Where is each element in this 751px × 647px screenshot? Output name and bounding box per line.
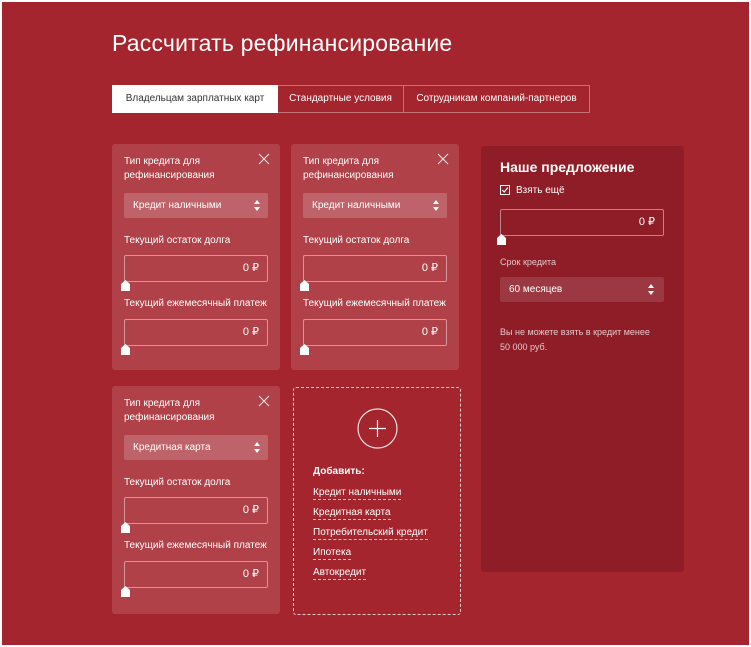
payment-input[interactable]: 0 ₽ (121, 561, 268, 597)
offer-amount-value: 0 ₽ (638, 216, 655, 228)
slider-handle-icon[interactable] (300, 344, 309, 355)
take-more-label: Взять ещё (516, 185, 565, 196)
term-select[interactable]: 60 месяцев (500, 277, 664, 302)
plus-icon[interactable] (357, 408, 398, 449)
slider-handle-icon[interactable] (121, 586, 130, 597)
add-consumer-loan-link[interactable]: Потребительский кредит (313, 526, 428, 540)
add-credit-panel: Добавить: Кредит наличными Кредитная кар… (293, 387, 461, 615)
slider-handle-icon[interactable] (121, 280, 130, 291)
credit-type-select[interactable]: Кредит наличными (303, 193, 447, 218)
select-arrows-icon (254, 442, 260, 453)
credit-type-label: Тип кредита для рефинансирования (124, 398, 215, 423)
balance-label: Текущий остаток долга (124, 477, 231, 488)
payment-value: 0 ₽ (242, 326, 259, 338)
credit-type-select[interactable]: Кредитная карта (124, 435, 268, 460)
credit-card-2: Тип кредита для рефинансирования Кредит … (291, 144, 459, 370)
credit-type-select[interactable]: Кредит наличными (124, 193, 268, 218)
balance-input[interactable]: 0 ₽ (121, 255, 268, 291)
credit-type-label: Тип кредита для рефинансирования (303, 156, 394, 181)
tab-bar: Владельцам зарплатных карт Стандартные у… (112, 85, 590, 113)
payment-input[interactable]: 0 ₽ (121, 319, 268, 355)
term-label: Срок кредита (500, 257, 557, 267)
credit-type-value: Кредитная карта (133, 442, 211, 453)
page-title: Рассчитать рефинансирование (112, 30, 453, 56)
select-arrows-icon (648, 284, 654, 295)
balance-value: 0 ₽ (242, 504, 259, 516)
balance-value: 0 ₽ (421, 262, 438, 274)
offer-amount-input[interactable]: 0 ₽ (497, 209, 664, 245)
payment-label: Текущий ежемесячный платеж (303, 298, 446, 309)
credit-card-1: Тип кредита для рефинансирования Кредит … (112, 144, 280, 370)
select-arrows-icon (433, 200, 439, 211)
take-more-checkbox[interactable] (500, 185, 510, 195)
select-arrows-icon (254, 200, 260, 211)
add-car-loan-link[interactable]: Автокредит (313, 566, 367, 580)
tab-partner-employees[interactable]: Сотрудникам компаний-партнеров (404, 85, 590, 113)
add-mortgage-link[interactable]: Ипотека (313, 546, 352, 560)
tab-salary-card-holders[interactable]: Владельцам зарплатных карт (112, 85, 278, 113)
payment-label: Текущий ежемесячный платеж (124, 540, 267, 551)
credit-type-label: Тип кредита для рефинансирования (124, 156, 215, 181)
term-value: 60 месяцев (509, 284, 563, 295)
add-credit-card-link[interactable]: Кредитная карта (313, 506, 391, 520)
credit-type-value: Кредит наличными (312, 200, 401, 211)
slider-handle-icon[interactable] (497, 234, 506, 245)
slider-handle-icon[interactable] (121, 522, 130, 533)
payment-input[interactable]: 0 ₽ (300, 319, 447, 355)
offer-note: Вы не можете взять в кредит менее 50 000… (500, 327, 650, 352)
slider-handle-icon[interactable] (121, 344, 130, 355)
page: Рассчитать рефинансирование Владельцам з… (2, 2, 749, 645)
tab-standard-conditions[interactable]: Стандартные условия (278, 85, 404, 113)
close-icon[interactable] (258, 153, 270, 165)
add-label: Добавить: (313, 466, 365, 477)
payment-value: 0 ₽ (242, 568, 259, 580)
checkmark-icon (501, 187, 509, 193)
offer-panel: Наше предложение Взять ещё 0 ₽ Срок кред… (481, 146, 684, 572)
close-icon[interactable] (258, 395, 270, 407)
payment-label: Текущий ежемесячный платеж (124, 298, 267, 309)
balance-input[interactable]: 0 ₽ (121, 497, 268, 533)
balance-label: Текущий остаток долга (303, 235, 410, 246)
payment-value: 0 ₽ (421, 326, 438, 338)
slider-handle-icon[interactable] (300, 280, 309, 291)
add-cash-loan-link[interactable]: Кредит наличными (313, 486, 402, 500)
credit-card-3: Тип кредита для рефинансирования Кредитн… (112, 386, 280, 614)
balance-value: 0 ₽ (242, 262, 259, 274)
balance-input[interactable]: 0 ₽ (300, 255, 447, 291)
offer-title: Наше предложение (500, 159, 635, 175)
close-icon[interactable] (437, 153, 449, 165)
credit-type-value: Кредит наличными (133, 200, 222, 211)
balance-label: Текущий остаток долга (124, 235, 231, 246)
